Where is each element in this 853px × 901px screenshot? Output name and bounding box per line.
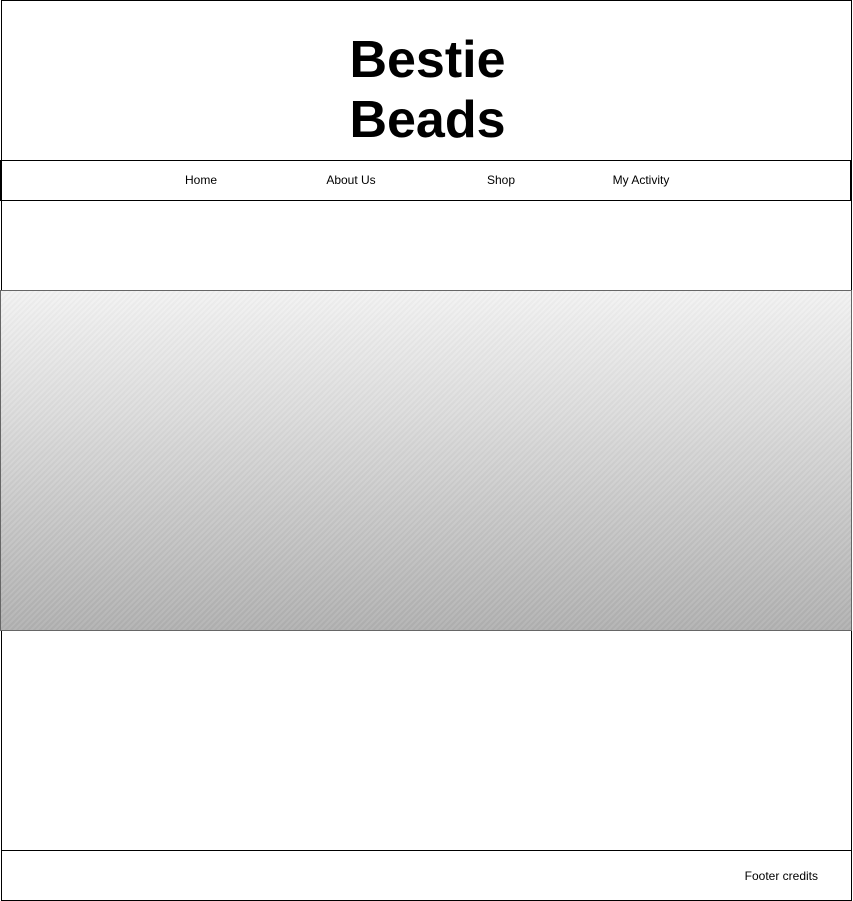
site-footer: Footer credits [1,850,851,901]
site-header: Bestie Beads [1,0,851,161]
nav-item-shop[interactable]: Shop [487,172,515,188]
site-title: Bestie Beads [1,30,853,150]
site-title-line-1: Bestie [349,31,506,89]
nav-item-about-us[interactable]: About Us [326,172,375,188]
hero-image-placeholder [0,290,852,631]
footer-credits: Footer credits [744,869,818,883]
nav-item-home[interactable]: Home [185,172,217,188]
site-title-line-2: Beads [349,91,506,149]
nav-item-my-activity[interactable]: My Activity [613,172,670,188]
main-nav: Home About Us Shop My Activity [0,160,851,201]
